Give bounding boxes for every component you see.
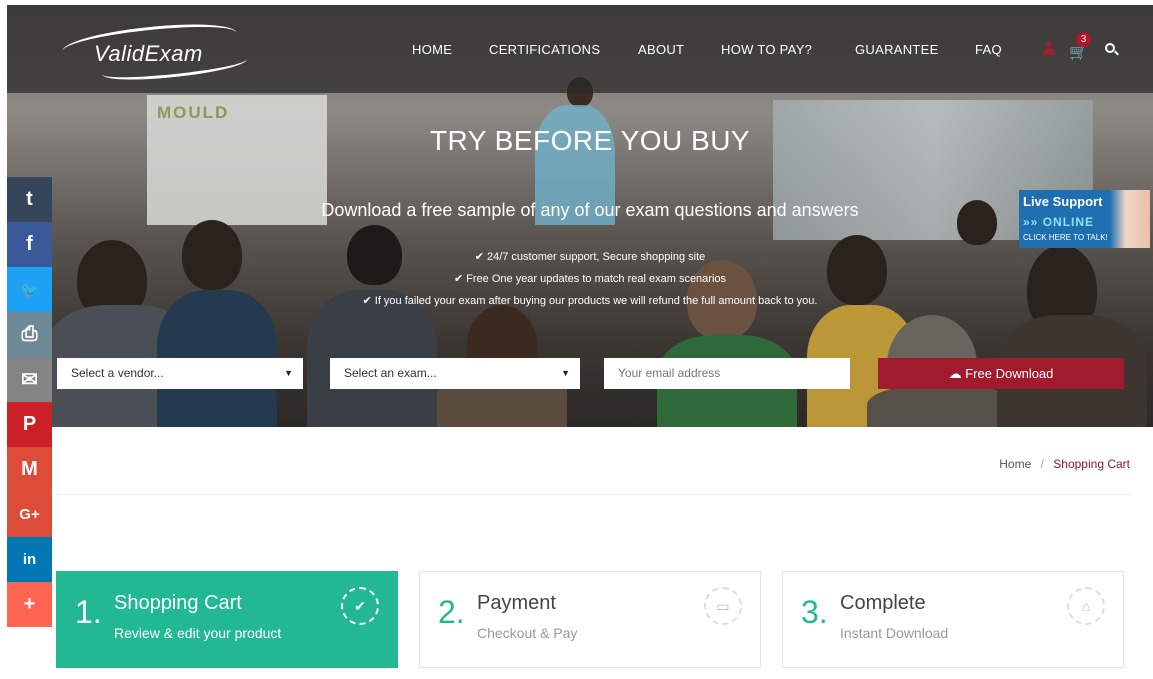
breadcrumb-current: Shopping Cart [1053,457,1130,471]
linkedin-share-icon[interactable]: in [7,537,52,582]
hero-subtitle: Download a free sample of any of our exa… [321,200,859,220]
nav-faq[interactable]: FAQ [975,42,1002,57]
check-icon: ✔ [341,587,379,625]
checkmark-icon: ✔ [474,251,484,263]
dropdown-caret-icon: ▼ [561,368,570,378]
nav-home[interactable]: HOME [412,42,452,57]
breadcrumb-separator: / [1040,457,1044,471]
step-description: Instant Download [840,625,949,641]
feature-list: ✔ 24/7 customer support, Secure shopping … [7,246,1153,312]
live-support-title: Live Support [1023,194,1103,209]
step-title: Shopping Cart [114,592,242,614]
home-icon: ⌂ [1067,587,1105,625]
nav-guarantee[interactable]: GUARANTEE [855,42,939,57]
step-complete[interactable]: 3. Complete Instant Download ⌂ [782,571,1124,668]
free-download-button[interactable]: ☁ Free Download [878,358,1124,389]
step-number: 1. [75,594,102,630]
live-support-cta: CLICK HERE TO TALK! [1023,233,1108,242]
more-share-icon[interactable]: + [7,582,52,627]
print-share-icon[interactable]: ⎙ [7,312,52,357]
step-payment[interactable]: 2. Payment Checkout & Pay ▭ [419,571,761,668]
email-share-icon[interactable]: ✉ [7,357,52,402]
step-number: 2. [438,594,465,630]
step-shopping-cart[interactable]: 1. Shopping Cart Review & edit your prod… [56,571,398,668]
step-number: 3. [801,594,828,630]
nav-about[interactable]: ABOUT [638,42,684,57]
tumblr-share-icon[interactable]: t [7,177,52,222]
step-title: Payment [477,592,556,614]
support-agent-photo [1110,190,1150,248]
vendor-select[interactable]: Select a vendor... ▼ [57,358,303,389]
breadcrumb-home-link[interactable]: Home [999,457,1031,471]
twitter-share-icon[interactable]: 🐦 [7,267,52,312]
social-share-bar: t f 🐦 ⎙ ✉ P M G+ in + [7,177,52,627]
search-icon[interactable] [1105,43,1119,57]
hero-banner: MOULD ValidExam HOME CERTIFICATIONS ABOU… [7,5,1153,427]
logo-text: ValidExam [94,41,203,66]
step-description: Review & edit your product [114,625,282,641]
feature-item: ✔ 24/7 customer support, Secure shopping … [474,251,706,263]
feature-item: ✔ Free One year updates to match real exa… [453,273,727,285]
cart-count-badge: 3 [1076,32,1091,47]
dropdown-caret-icon: ▼ [284,368,293,378]
hero-title: TRY BEFORE YOU BUY [429,125,751,156]
live-support-status: »» ONLINE [1023,215,1095,229]
gmail-share-icon[interactable]: M [7,447,52,492]
background-sign: MOULD [157,103,230,122]
exam-select[interactable]: Select an exam... ▼ [330,358,580,389]
pinterest-share-icon[interactable]: P [7,402,52,447]
facebook-share-icon[interactable]: f [7,222,52,267]
breadcrumb-bar: Home / Shopping Cart [55,427,1130,495]
feature-item: ✔ If you failed your exam after buying ou… [362,295,818,307]
credit-card-icon: ▭ [704,587,742,625]
breadcrumb: Home / Shopping Cart [999,457,1130,471]
step-description: Checkout & Pay [477,625,578,641]
cloud-download-icon: ☁ [948,366,962,381]
nav-how-to-pay[interactable]: HOW TO PAY? [721,42,812,57]
checkmark-icon: ✔ [453,273,464,285]
step-title: Complete [840,592,926,614]
live-support-widget[interactable]: Live Support »» ONLINE CLICK HERE TO TAL… [1019,190,1150,248]
top-navbar: ValidExam HOME CERTIFICATIONS ABOUT HOW … [7,5,1153,93]
checkmark-icon: ✔ [362,295,372,307]
nav-certifications[interactable]: CERTIFICATIONS [489,42,600,57]
google-plus-share-icon[interactable]: G+ [7,492,52,537]
logo[interactable]: ValidExam [60,17,252,85]
email-input[interactable] [604,358,850,389]
user-icon[interactable] [1043,41,1055,55]
